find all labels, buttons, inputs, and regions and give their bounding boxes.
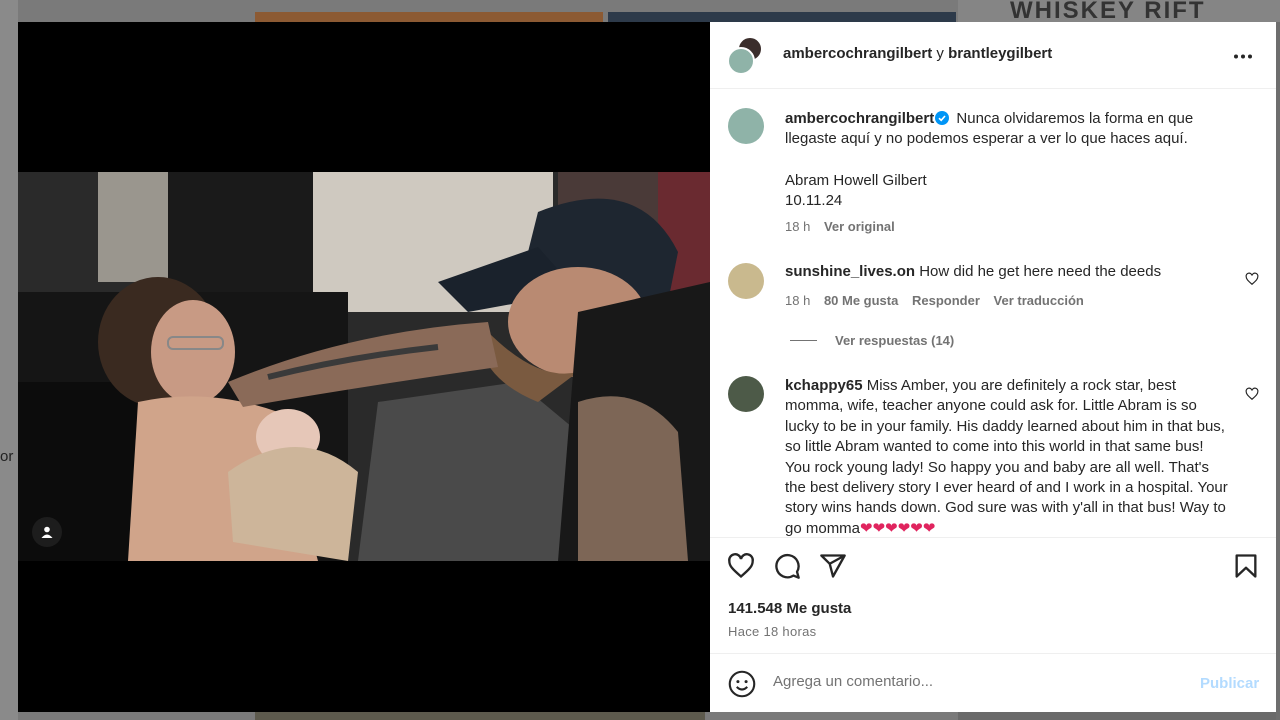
background-thumbnail — [255, 12, 603, 22]
caption-name-line: Abram Howell Gilbert — [785, 172, 927, 189]
translate-link[interactable]: Ver traducción — [994, 293, 1084, 308]
comment-meta: 18 h 80 Me gusta Responder Ver traducció… — [785, 293, 1094, 308]
comment-icon[interactable] — [773, 552, 801, 580]
comment-composer: Publicar — [710, 653, 1276, 712]
header-authors: ambercochrangilbert y brantleygilbert — [783, 45, 1052, 62]
background-feed-right — [1276, 22, 1280, 720]
header-connector: y — [936, 45, 944, 62]
see-original-link[interactable]: Ver original — [824, 219, 895, 234]
post-media — [18, 22, 710, 712]
caption-text: ambercochrangilbert Nunca olvidaremos la… — [785, 109, 1230, 150]
heart-emojis: ❤❤❤❤❤❤ — [860, 519, 936, 536]
comment-time: 18 h — [785, 293, 811, 308]
comment-like-icon[interactable] — [1245, 387, 1259, 401]
post-details-panel: ambercochrangilbert y brantleygilbert am… — [710, 22, 1276, 712]
verified-badge-icon — [935, 111, 950, 125]
background-thumbnail — [958, 712, 1276, 720]
background-feed-left — [0, 0, 18, 720]
photo-illustration — [18, 172, 710, 561]
header-username-2[interactable]: brantleygilbert — [948, 45, 1052, 62]
replies-divider — [790, 340, 817, 341]
avatar[interactable] — [728, 263, 764, 299]
share-icon[interactable] — [819, 552, 847, 580]
post-comment-button[interactable]: Publicar — [1200, 675, 1259, 692]
comment-likes[interactable]: 80 Me gusta — [824, 293, 898, 308]
post-header: ambercochrangilbert y brantleygilbert — [710, 22, 1276, 89]
user-tag-button[interactable] — [32, 517, 62, 547]
comment-like-icon[interactable] — [1245, 272, 1259, 286]
comment-input[interactable] — [773, 673, 1183, 690]
avatar — [727, 47, 755, 75]
comment-body: Miss Amber, you are definitely a rock st… — [785, 377, 1228, 536]
background-text-top-right: WHISKEY RIFT — [1010, 0, 1206, 22]
like-count[interactable]: 141.548 Me gusta — [728, 600, 851, 617]
post-actions: 141.548 Me gusta Hace 18 horas — [710, 537, 1276, 653]
comment-username[interactable]: sunshine_lives.on — [785, 263, 915, 280]
caption-date-line: 10.11.24 — [785, 192, 843, 209]
comment-username[interactable]: kchappy65 — [785, 377, 863, 394]
background-thumbnail — [255, 712, 705, 720]
background-text-left: or — [0, 448, 14, 465]
caption-meta: 18 h Ver original — [785, 219, 905, 234]
emoji-icon[interactable] — [728, 670, 756, 698]
caption-time: 18 h — [785, 219, 811, 234]
avatar[interactable] — [728, 376, 764, 412]
author-avatars[interactable] — [727, 36, 765, 75]
user-tag-icon — [41, 526, 53, 538]
heart-icon[interactable] — [727, 552, 755, 580]
background-thumbnail — [608, 12, 956, 22]
view-replies-link[interactable]: Ver respuestas (14) — [835, 333, 954, 348]
more-options-button[interactable] — [1231, 44, 1255, 68]
post-timestamp[interactable]: Hace 18 horas — [728, 624, 816, 639]
post-photo[interactable] — [18, 172, 710, 561]
more-options-icon — [1234, 54, 1252, 58]
comment-text: sunshine_lives.on How did he get here ne… — [785, 262, 1230, 282]
comments-list[interactable]: ambercochrangilbert Nunca olvidaremos la… — [710, 90, 1276, 536]
avatar[interactable] — [728, 108, 764, 144]
header-username-1[interactable]: ambercochrangilbert — [783, 45, 932, 62]
bookmark-icon[interactable] — [1232, 552, 1260, 580]
caption-username[interactable]: ambercochrangilbert — [785, 110, 934, 127]
reply-link[interactable]: Responder — [912, 293, 980, 308]
comment-body: How did he get here need the deeds — [919, 263, 1162, 280]
comment-text: kchappy65 Miss Amber, you are definitely… — [785, 376, 1230, 536]
